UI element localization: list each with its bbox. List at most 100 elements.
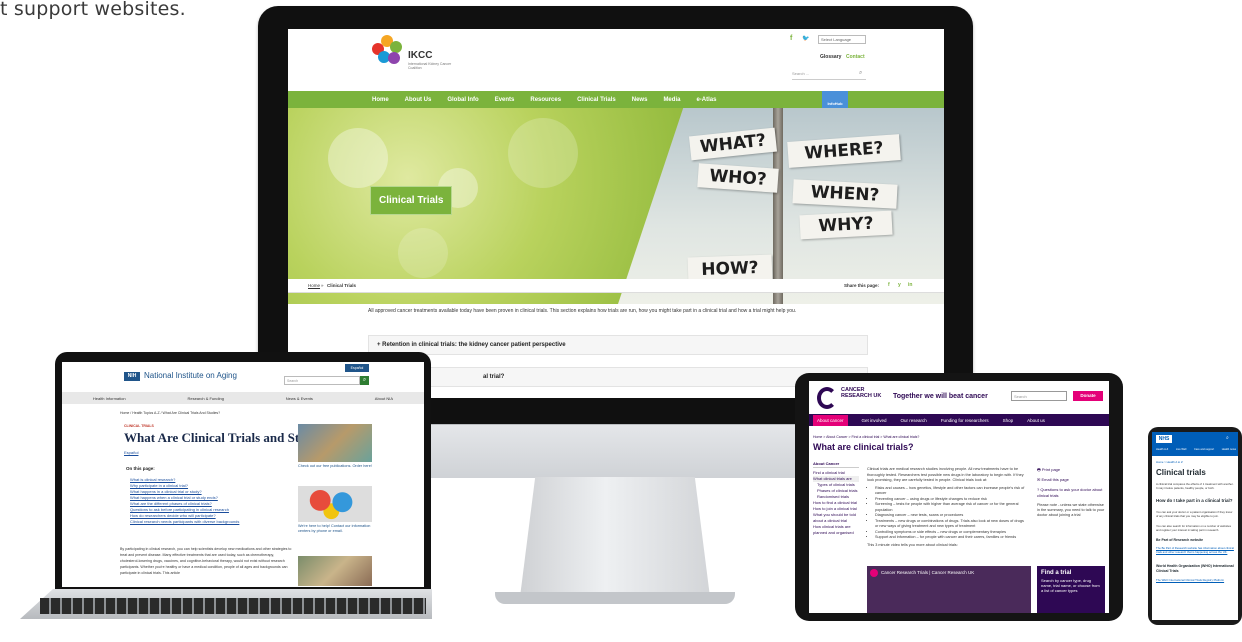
share-linkedin-icon[interactable]: in <box>908 282 912 288</box>
donate-button[interactable]: Donate <box>1073 391 1103 401</box>
nav-resources[interactable]: Resources <box>530 97 561 103</box>
nhs-p3[interactable]: The Be Part of Research website has info… <box>1156 546 1234 554</box>
accordion-2-label: al trial? <box>483 374 505 380</box>
cruk-intro: Clinical trials are medical research stu… <box>867 467 1024 482</box>
nhs-h3: Be Part of Research website <box>1156 538 1204 542</box>
nav-global-info[interactable]: Global Info <box>447 97 478 103</box>
print-page-link[interactable]: 🖶 Print page <box>1037 467 1107 473</box>
nia-nav-research[interactable]: Research & Funding <box>187 396 223 401</box>
nhs-nav-health-az[interactable]: Health A-Z <box>1156 448 1168 451</box>
page-caption: t support websites. <box>0 0 186 20</box>
cruk-nav-about-cancer[interactable]: About cancer <box>813 414 848 426</box>
nia-nav-health-info[interactable]: Health Information <box>93 396 126 401</box>
cruk-nav: About cancer Get involved Our research F… <box>809 414 1109 426</box>
publications-image[interactable] <box>298 424 372 462</box>
breadcrumb-separator: » <box>321 283 324 288</box>
nhs-nav-live-well[interactable]: Live Well <box>1176 448 1186 451</box>
infohub-label: InfoHub <box>827 100 843 106</box>
nav-clinical-trials[interactable]: Clinical Trials <box>577 97 616 103</box>
ikcc-hero-banner: WHAT? WHERE? WHO? WHEN? WHY? HOW? Clinic… <box>288 108 944 304</box>
select-language-dropdown[interactable]: Select Language <box>818 35 866 44</box>
accordion-what-is-trial[interactable]: al trial? <box>368 367 868 387</box>
email-page-link[interactable]: ✉ Email this page <box>1037 477 1107 483</box>
cruk-nav-about-us[interactable]: About us <box>1027 418 1045 423</box>
nhs-logo[interactable]: NHS <box>1156 435 1172 443</box>
accordion-retention[interactable]: + Retention in clinical trials: the kidn… <box>368 335 868 355</box>
side-item-told[interactable]: What you should be told about a clinical… <box>813 512 859 524</box>
glossary-link[interactable]: Glossary <box>820 54 841 60</box>
nhs-screen: NHS ⌕ Health A-Z Live Well Care and supp… <box>1152 432 1238 620</box>
nia-nav-news[interactable]: News & Events <box>286 396 313 401</box>
breadcrumb-home[interactable]: Home <box>308 283 320 288</box>
find-trial-box[interactable]: Find a trial Search by cancer type, drug… <box>1037 566 1105 613</box>
imac-stand <box>520 477 710 597</box>
breadcrumb-current: Clinical Trials <box>327 283 357 288</box>
contact-link[interactable]: Contact <box>846 54 865 60</box>
bullet-screening: Screening – tests for people with higher… <box>875 502 1027 513</box>
link-diverse[interactable]: Clinical research needs participants wit… <box>130 519 288 525</box>
cruk-nav-research[interactable]: Our research <box>901 418 927 423</box>
nhs-nav-care[interactable]: Care and support <box>1194 448 1214 451</box>
cruk-side-nav: About Cancer Find a clinical trial What … <box>813 461 859 536</box>
nav-events[interactable]: Events <box>495 97 515 103</box>
nav-about-us[interactable]: About Us <box>405 97 432 103</box>
nia-search-button[interactable]: ⌕ <box>360 376 369 385</box>
find-trial-text: Search by cancer type, drug name, trial … <box>1041 578 1100 593</box>
cruk-video-player[interactable]: Cancer Research Trials | Cancer Research… <box>867 566 1031 613</box>
nia-body-text: By participating in clinical research, y… <box>120 547 292 575</box>
email-label: Email this page <box>1041 477 1069 482</box>
cruk-main-content: Clinical trials are medical research stu… <box>867 467 1027 548</box>
nia-org-name[interactable]: National Institute on Aging <box>144 371 237 380</box>
share-twitter-icon[interactable]: y <box>898 282 901 288</box>
cruk-logo-text: CANCER RESEARCH UK <box>841 387 882 399</box>
share-facebook-icon[interactable]: f <box>888 282 890 288</box>
facebook-icon[interactable]: f <box>790 35 792 42</box>
on-page-heading: On this page: <box>126 466 155 471</box>
video-intro: This 3 minute video tells you more about… <box>867 542 958 547</box>
nhs-nav-news[interactable]: Health news <box>1222 448 1236 451</box>
nhs-h4: World Health Organization (WHO) Internat… <box>1156 564 1234 573</box>
questions-link[interactable]: ? Questions to ask your doctor about cli… <box>1037 487 1107 499</box>
cruk-nav-shop[interactable]: Shop <box>1003 418 1014 423</box>
nhs-header: NHS ⌕ Health A-Z Live Well Care and supp… <box>1152 432 1238 456</box>
ikcc-logo-text: IKCC <box>408 50 433 61</box>
side-item-planned[interactable]: How clinical trials are planned and orga… <box>813 524 859 536</box>
nav-news[interactable]: News <box>632 97 648 103</box>
contact-image[interactable] <box>298 486 372 522</box>
nav-media[interactable]: Media <box>663 97 680 103</box>
publications-caption[interactable]: Check out our free publications. Order h… <box>298 464 372 469</box>
nhs-p1: You can ask your doctor or a patient org… <box>1156 510 1233 518</box>
imac-foot <box>495 592 735 604</box>
nia-espanol-link[interactable]: Español <box>124 450 138 456</box>
video-avatar <box>870 569 878 577</box>
on-page-links: What is clinical research? Why participa… <box>130 477 288 525</box>
find-trial-title: Find a trial <box>1041 570 1072 576</box>
nav-e-atlas[interactable]: e-Atlas <box>696 97 716 103</box>
questions-label: Questions to ask your doctor about clini… <box>1037 487 1103 498</box>
ikcc-breadcrumb-bar: Home » Clinical Trials Share this page: … <box>288 279 944 293</box>
cruk-nav-get-involved[interactable]: Get involved <box>862 418 887 423</box>
contact-caption[interactable]: We're here to help! Contact our informat… <box>298 524 372 534</box>
print-label: Print page <box>1041 467 1061 472</box>
bullet-support: Support and information – for people wit… <box>875 535 1027 541</box>
nia-nav-about[interactable]: About NIA <box>375 396 393 401</box>
nhs-breadcrumb: Home > Health A to Z <box>1156 460 1183 464</box>
third-side-image[interactable] <box>298 556 372 586</box>
nia-search-input[interactable]: Search <box>284 376 360 385</box>
twitter-icon[interactable]: 🐦 <box>802 35 809 42</box>
espanol-button[interactable]: Español <box>345 364 369 372</box>
nhs-lead: A clinical trial compares the effects of… <box>1156 482 1234 490</box>
cruk-nav-funding[interactable]: Funding for researchers <box>941 418 989 423</box>
bullet-risks: Risks and causes – how genetics, lifesty… <box>875 486 1027 497</box>
laptop-keyboard <box>40 598 426 614</box>
nhs-p2: You can also search for information on a… <box>1156 524 1231 532</box>
cruk-right-column: 🖶 Print page ✉ Email this page ? Questio… <box>1037 467 1107 518</box>
ikcc-search-input[interactable]: Search ... <box>792 71 866 80</box>
ikcc-screen: IKCC International Kidney Cancer Coaliti… <box>288 29 944 398</box>
nav-home[interactable]: Home <box>372 97 389 103</box>
cruk-search-input[interactable]: Search <box>1011 391 1067 401</box>
search-icon[interactable]: ⌕ <box>859 70 862 77</box>
nia-nav: Health Information Research & Funding Ne… <box>62 392 424 404</box>
nhs-search-icon[interactable]: ⌕ <box>1226 435 1229 441</box>
nhs-p4[interactable]: The WHO International Clinical Trials Re… <box>1156 578 1234 582</box>
